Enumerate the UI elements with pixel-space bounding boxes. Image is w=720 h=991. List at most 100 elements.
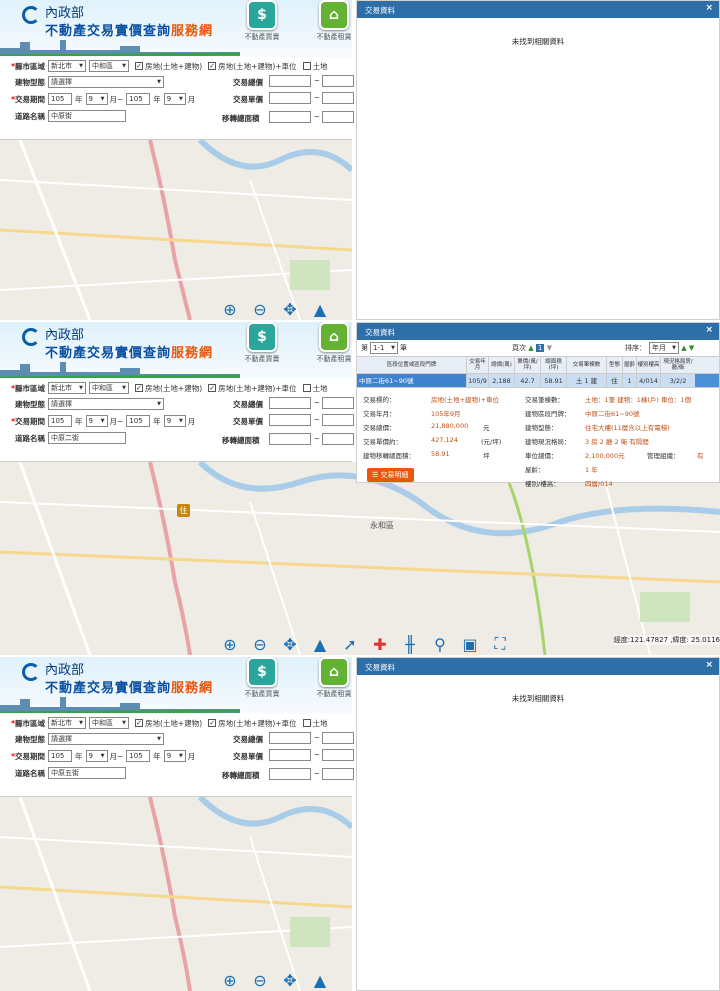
detail-label: 建物現況格局：: [525, 438, 571, 446]
nav-rent-button[interactable]: ⌂ 不動產租賃: [313, 657, 352, 698]
close-icon[interactable]: ×: [705, 325, 713, 335]
zoom-out-icon[interactable]: ⊖: [245, 971, 275, 990]
nav-rent-button[interactable]: ⌂ 不動產租賃: [313, 0, 352, 41]
year-from-input[interactable]: 105: [48, 93, 72, 105]
nav-rent-button[interactable]: ⌂ 不動產租賃: [313, 322, 352, 363]
opt1-checkbox[interactable]: ✓: [135, 62, 143, 70]
year-to-input[interactable]: 105: [126, 93, 151, 105]
detail-value: 427,124: [431, 436, 458, 444]
total-to-input[interactable]: [322, 397, 354, 409]
year-to-input[interactable]: 105: [126, 415, 151, 427]
sort-select[interactable]: 年月 ▼: [649, 342, 679, 354]
sort-asc-icon[interactable]: ▲: [681, 344, 686, 352]
pan-icon[interactable]: ✥: [275, 971, 305, 990]
pan-icon[interactable]: ✥: [275, 635, 305, 654]
year-from-input[interactable]: 105: [48, 750, 72, 762]
area-from-input[interactable]: [269, 111, 311, 123]
transaction-marker[interactable]: 住: [177, 504, 190, 517]
measure-icon[interactable]: ▲: [305, 971, 335, 990]
zoom-in-icon[interactable]: ⊕: [215, 300, 245, 319]
nav-buy-button[interactable]: $ 不動產買賣: [241, 657, 283, 698]
total-to-input[interactable]: [322, 732, 354, 744]
location-icon[interactable]: ⚲: [425, 635, 455, 654]
page-prefix: 第: [361, 344, 368, 352]
page-suffix: 筆: [400, 344, 407, 352]
month-to-select[interactable]: 9 ▼: [163, 750, 186, 762]
tilde: ~: [314, 734, 320, 742]
type-select[interactable]: 請選擇 ▼: [48, 398, 164, 410]
nav-buy-button[interactable]: $ 不動產買賣: [241, 0, 283, 41]
close-icon[interactable]: ×: [705, 3, 713, 13]
type-select[interactable]: 請選擇 ▼: [48, 76, 164, 88]
county-select[interactable]: 新北市 ▼: [48, 382, 86, 394]
transaction-detail-button[interactable]: ☰ 交易明細: [367, 468, 414, 482]
zoom-in-icon[interactable]: ⊕: [215, 971, 245, 990]
total-from-input[interactable]: [269, 397, 311, 409]
unit-to-input[interactable]: [322, 414, 354, 426]
total-to-input[interactable]: [322, 75, 354, 87]
measure-icon[interactable]: ▲: [305, 300, 335, 319]
opt3-checkbox[interactable]: [302, 719, 311, 727]
area-label: 移轉總面積: [222, 771, 260, 780]
area-to-input[interactable]: [322, 768, 354, 780]
road-label: 道路名稱: [15, 111, 45, 121]
total-from-input[interactable]: [269, 75, 311, 87]
district-select[interactable]: 中和區 ▼: [89, 717, 129, 729]
year-from-input[interactable]: 105: [48, 415, 72, 427]
district-select[interactable]: 中和區 ▼: [89, 60, 129, 72]
ruler-icon[interactable]: ╫: [395, 635, 425, 654]
detail-button-label: 交易明細: [380, 471, 409, 479]
zoom-in-icon[interactable]: ⊕: [215, 635, 245, 654]
unit-from-input[interactable]: [269, 92, 311, 104]
opt2-checkbox[interactable]: ✓: [208, 62, 217, 70]
unit-from-input[interactable]: [269, 414, 311, 426]
unit-to-input[interactable]: [322, 749, 354, 761]
opt3-checkbox[interactable]: [302, 62, 311, 70]
page-range-select[interactable]: 1-1 ▼: [370, 342, 398, 354]
pan-icon[interactable]: ✥: [275, 300, 305, 319]
fullframe-icon[interactable]: ⛶: [485, 634, 515, 654]
opt3-checkbox[interactable]: [302, 384, 311, 392]
county-select[interactable]: 新北市 ▼: [48, 60, 86, 72]
type-select[interactable]: 請選擇 ▼: [48, 733, 164, 745]
total-from-input[interactable]: [269, 732, 311, 744]
nav-buy-button[interactable]: $ 不動產買賣: [241, 322, 283, 363]
zoom-out-icon[interactable]: ⊖: [245, 635, 275, 654]
opt1-checkbox[interactable]: ✓: [135, 719, 143, 727]
map[interactable]: [0, 797, 352, 991]
month-to-select[interactable]: 9 ▼: [163, 93, 186, 105]
road-input[interactable]: 中原街: [48, 110, 126, 122]
prev-page-icon[interactable]: ▲: [528, 344, 533, 352]
frame-icon[interactable]: ▣: [455, 635, 485, 654]
next-page-icon[interactable]: ▼: [547, 344, 552, 352]
nav-rent-label: 不動產租賃: [316, 355, 352, 363]
month-from-select[interactable]: 9 ▼: [85, 93, 108, 105]
unit-from-input[interactable]: [269, 749, 311, 761]
measure-icon[interactable]: ▲: [305, 635, 335, 654]
road-input[interactable]: 中原二街: [48, 432, 126, 444]
zoom-out-icon[interactable]: ⊖: [245, 300, 275, 319]
month-from-select[interactable]: 9 ▼: [85, 750, 108, 762]
road-input[interactable]: 中原五街: [48, 767, 126, 779]
area-to-input[interactable]: [322, 433, 354, 445]
district-map-label: 永和區: [370, 521, 394, 530]
close-icon[interactable]: ×: [705, 660, 713, 670]
table-row[interactable]: 中原二街61~90號 105/9 2,188 42.7 58.91 土 1 建 …: [357, 374, 719, 388]
opt1-checkbox[interactable]: ✓: [135, 384, 143, 392]
map[interactable]: [0, 140, 352, 320]
area-from-input[interactable]: [269, 768, 311, 780]
month-from-select[interactable]: 9 ▼: [85, 415, 108, 427]
month-to-select[interactable]: 9 ▼: [163, 415, 186, 427]
opt2-checkbox[interactable]: ✓: [208, 384, 217, 392]
area-from-input[interactable]: [269, 433, 311, 445]
district-select[interactable]: 中和區 ▼: [89, 382, 129, 394]
year-to-input[interactable]: 105: [126, 750, 151, 762]
unit-to-input[interactable]: [322, 92, 354, 104]
coordinate-readout: 經度:121.47827 ,緯度: 25.0116: [613, 635, 720, 645]
pin-icon[interactable]: ✚: [365, 635, 395, 654]
select-icon[interactable]: ➚: [335, 635, 365, 654]
county-select[interactable]: 新北市 ▼: [48, 717, 86, 729]
opt2-checkbox[interactable]: ✓: [208, 719, 217, 727]
area-to-input[interactable]: [322, 111, 354, 123]
sort-desc-icon[interactable]: ▼: [689, 344, 694, 352]
